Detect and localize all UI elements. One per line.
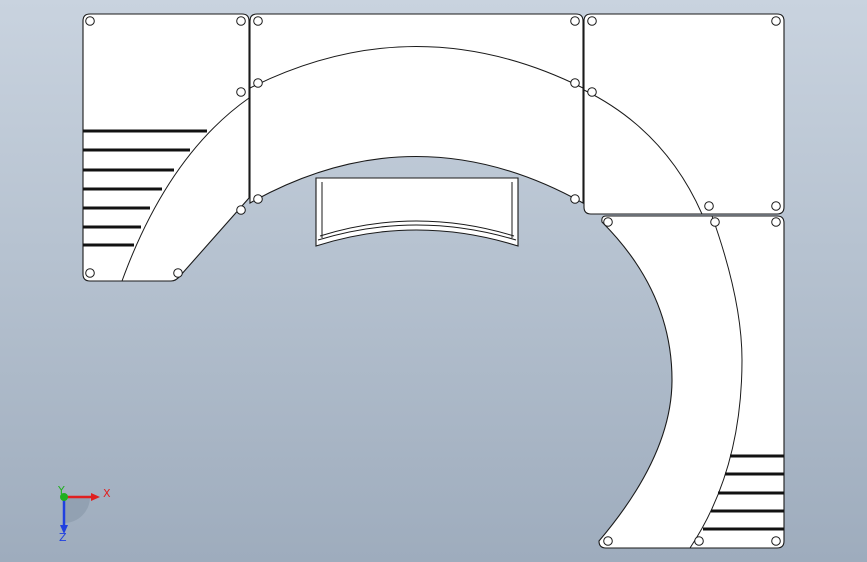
cad-viewport[interactable]: X Z Y bbox=[0, 0, 867, 562]
mounting-hole bbox=[173, 268, 183, 278]
mounting-hole bbox=[771, 201, 781, 211]
inner-shell bbox=[315, 177, 519, 247]
cover-plate-top-left[interactable] bbox=[82, 13, 250, 282]
x-axis-arrow bbox=[91, 493, 100, 501]
cover-plate-right-lower[interactable] bbox=[598, 215, 785, 549]
y-axis-label: Y bbox=[57, 484, 65, 497]
mounting-hole bbox=[570, 194, 580, 204]
mounting-hole bbox=[85, 268, 95, 278]
mounting-hole bbox=[253, 16, 263, 26]
z-axis-label: Z bbox=[59, 531, 67, 544]
coordinate-triad: X Z Y bbox=[57, 484, 111, 544]
mounting-hole bbox=[587, 87, 597, 97]
cover-plate-top-right[interactable] bbox=[583, 13, 785, 215]
mounting-hole bbox=[253, 194, 263, 204]
mounting-hole bbox=[587, 16, 597, 26]
mounting-hole bbox=[694, 536, 704, 546]
mounting-hole bbox=[771, 536, 781, 546]
cover-plate-top-center[interactable] bbox=[249, 13, 584, 204]
mounting-hole bbox=[570, 78, 580, 88]
triad-shadow bbox=[64, 497, 90, 523]
x-axis-label: X bbox=[103, 487, 111, 500]
mounting-hole bbox=[85, 16, 95, 26]
mounting-hole bbox=[236, 87, 246, 97]
mounting-hole bbox=[603, 536, 613, 546]
mounting-hole bbox=[570, 16, 580, 26]
mounting-hole bbox=[603, 217, 613, 227]
mounting-hole bbox=[236, 16, 246, 26]
mounting-hole bbox=[704, 201, 714, 211]
mounting-hole bbox=[771, 16, 781, 26]
mounting-hole bbox=[253, 78, 263, 88]
mounting-hole bbox=[710, 217, 720, 227]
mounting-hole bbox=[236, 205, 246, 215]
mounting-hole bbox=[771, 217, 781, 227]
